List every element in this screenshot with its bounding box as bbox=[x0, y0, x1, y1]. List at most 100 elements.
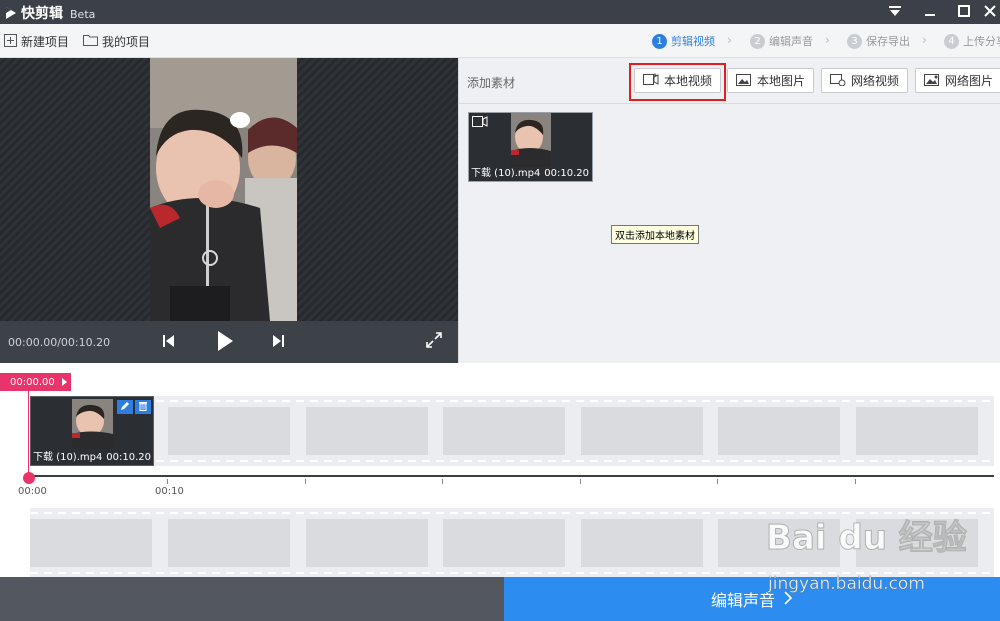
player-controls: 00:00.00/00:10.20 bbox=[0, 321, 458, 363]
next-step-button[interactable]: 编辑声音 bbox=[504, 577, 1000, 621]
clip-duration: 00:10.20 bbox=[106, 452, 151, 463]
app-logo-icon bbox=[4, 5, 18, 21]
empty-slot bbox=[718, 407, 840, 455]
material-item[interactable]: 下载 (10).mp4 00:10.20 bbox=[468, 112, 593, 182]
current-time: 00:00.00 bbox=[10, 376, 55, 388]
delete-clip-button[interactable] bbox=[135, 400, 151, 414]
minimize-button[interactable] bbox=[913, 0, 947, 24]
playhead-handle[interactable] bbox=[23, 472, 35, 484]
clip-thumbnail bbox=[72, 399, 113, 449]
empty-slot bbox=[168, 407, 290, 455]
material-duration: 00:10.20 bbox=[544, 168, 589, 179]
menu-button[interactable] bbox=[878, 0, 912, 24]
material-title: 添加素材 bbox=[467, 76, 516, 90]
app-logo: 快剪辑 Beta bbox=[4, 3, 95, 23]
chevron-right-icon: › bbox=[922, 33, 927, 47]
play-icon[interactable] bbox=[216, 330, 234, 355]
step-label: 上传分享 bbox=[963, 35, 1000, 48]
playback-time: 00:00.00/00:10.20 bbox=[8, 336, 111, 349]
video-preview bbox=[0, 58, 458, 321]
web-video-label: 网络视频 bbox=[851, 74, 900, 88]
film-perforation bbox=[30, 400, 994, 402]
toolbar: 新建项目 我的项目 1 剪辑视频 › 2 编辑声音 › 3 保存导出 › 4 上… bbox=[0, 24, 1000, 58]
local-video-button[interactable]: 本地视频 bbox=[634, 68, 722, 93]
empty-slot bbox=[856, 519, 978, 567]
empty-slot bbox=[443, 519, 565, 567]
close-button[interactable] bbox=[973, 0, 1000, 24]
add-image-icon bbox=[736, 73, 752, 89]
ruler-tick bbox=[717, 479, 718, 484]
step-edit-video[interactable]: 1 剪辑视频 bbox=[652, 33, 715, 49]
fullscreen-icon[interactable] bbox=[426, 332, 442, 351]
close-icon bbox=[984, 4, 996, 20]
skip-back-icon[interactable] bbox=[162, 332, 176, 353]
film-perforation bbox=[30, 572, 994, 574]
video-frame bbox=[150, 58, 297, 321]
empty-slot bbox=[581, 407, 703, 455]
step-label: 保存导出 bbox=[866, 35, 910, 48]
tooltip: 双击添加本地素材 bbox=[611, 225, 699, 244]
ruler-tick bbox=[855, 479, 856, 484]
empty-slot bbox=[168, 519, 290, 567]
film-perforation bbox=[30, 460, 994, 462]
pencil-icon bbox=[120, 400, 130, 414]
empty-slot bbox=[306, 407, 428, 455]
empty-slot bbox=[306, 519, 428, 567]
app-name: 快剪辑 bbox=[21, 6, 63, 22]
web-image-label: 网络图片 bbox=[945, 74, 994, 88]
chevron-right-icon: › bbox=[727, 33, 732, 47]
step-label: 剪辑视频 bbox=[671, 35, 715, 48]
web-video-icon bbox=[830, 73, 846, 89]
material-thumbnail bbox=[511, 113, 551, 167]
empty-slot bbox=[581, 519, 703, 567]
audio-track[interactable] bbox=[30, 508, 994, 578]
ruler-tick bbox=[580, 479, 581, 484]
current-time-marker[interactable]: 00:00.00 bbox=[0, 373, 71, 391]
web-video-button[interactable]: 网络视频 bbox=[821, 68, 909, 93]
ruler-tick bbox=[305, 479, 306, 484]
chevron-right-icon bbox=[783, 590, 793, 609]
step-save-export[interactable]: 3 保存导出 bbox=[847, 33, 910, 49]
my-projects-button[interactable]: 我的项目 bbox=[83, 33, 150, 50]
step-number: 3 bbox=[847, 33, 862, 49]
ruler-tick bbox=[442, 479, 443, 484]
step-label: 编辑声音 bbox=[769, 35, 813, 48]
timeline-clip[interactable]: 下载 (10).mp4 00:10.20 bbox=[30, 396, 154, 466]
empty-slot bbox=[443, 407, 565, 455]
local-image-label: 本地图片 bbox=[757, 74, 806, 88]
timeline: 00:00.00 下载 (10).mp4 00:10.20 00:00 00:1… bbox=[0, 363, 1000, 578]
chevron-right-icon: › bbox=[825, 33, 830, 47]
maximize-icon bbox=[958, 4, 970, 20]
minimize-icon bbox=[924, 5, 936, 20]
step-edit-audio[interactable]: 2 编辑声音 bbox=[750, 33, 813, 49]
step-number: 2 bbox=[750, 33, 765, 49]
clip-name: 下载 (10).mp4 bbox=[33, 452, 103, 463]
folder-icon bbox=[83, 34, 98, 49]
add-video-icon bbox=[643, 73, 659, 89]
video-camera-icon bbox=[472, 116, 488, 130]
next-step-label: 编辑声音 bbox=[710, 591, 775, 610]
local-image-button[interactable]: 本地图片 bbox=[727, 68, 815, 93]
ruler-label: 00:10 bbox=[155, 486, 184, 497]
web-image-button[interactable]: 网络图片 bbox=[915, 68, 1000, 93]
step-upload-share[interactable]: 4 上传分享 bbox=[944, 33, 1000, 49]
playhead-line bbox=[28, 391, 29, 479]
divider bbox=[459, 103, 1000, 104]
empty-slot bbox=[856, 407, 978, 455]
new-project-label: 新建项目 bbox=[21, 35, 70, 49]
my-projects-label: 我的项目 bbox=[102, 35, 151, 49]
material-panel: 添加素材 本地视频 本地图片 网络视频 网络图片 下载 (10).mp4 00: bbox=[458, 58, 1000, 363]
trash-icon bbox=[138, 400, 148, 414]
new-project-button[interactable]: 新建项目 bbox=[4, 33, 69, 50]
play-triangle-icon bbox=[62, 378, 67, 386]
web-image-icon bbox=[924, 73, 940, 89]
step-number: 4 bbox=[944, 33, 959, 49]
video-track[interactable] bbox=[30, 396, 994, 466]
skip-forward-icon[interactable] bbox=[271, 332, 285, 353]
edit-clip-button[interactable] bbox=[117, 400, 133, 414]
empty-slot bbox=[30, 519, 152, 567]
menu-icon bbox=[888, 5, 902, 20]
title-bar: 快剪辑 Beta bbox=[0, 0, 1000, 24]
ruler-label: 00:00 bbox=[18, 486, 47, 497]
time-ruler bbox=[28, 475, 994, 477]
